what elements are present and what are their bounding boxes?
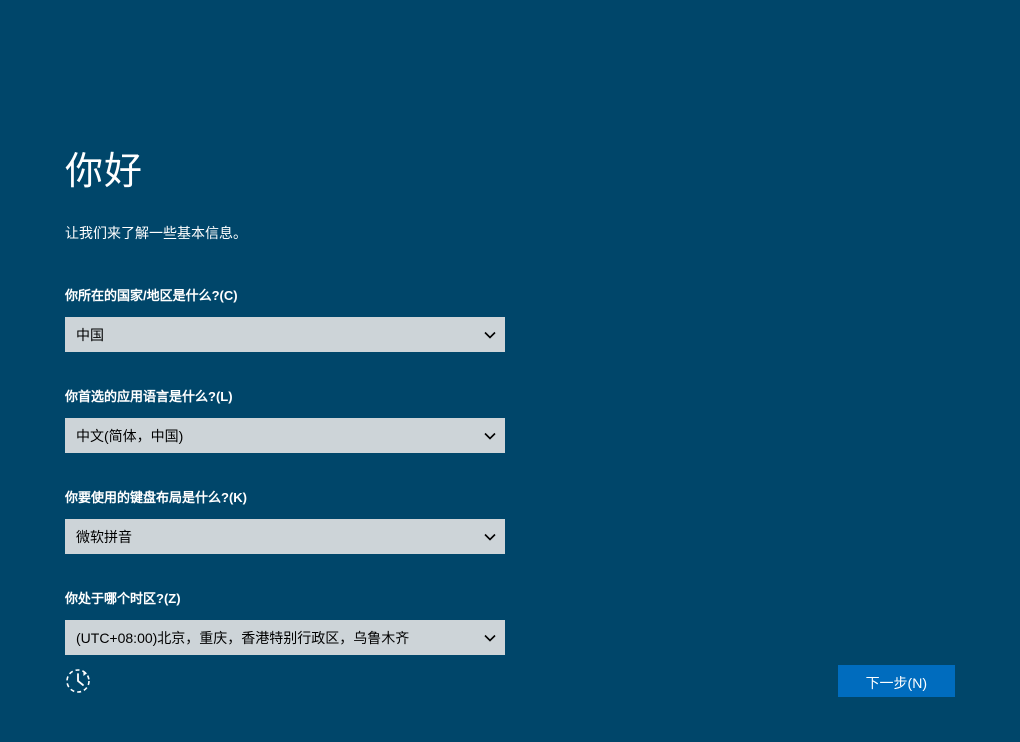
- keyboard-label: 你要使用的键盘布局是什么?(K): [65, 487, 955, 506]
- footer: 下一步(N): [65, 665, 955, 697]
- next-button[interactable]: 下一步(N): [838, 665, 955, 697]
- country-group: 你所在的国家/地区是什么?(C) 中国: [65, 285, 955, 352]
- language-label: 你首选的应用语言是什么?(L): [65, 386, 955, 405]
- language-value: 中文(简体，中国): [76, 426, 183, 446]
- keyboard-value: 微软拼音: [76, 527, 132, 547]
- timezone-select[interactable]: (UTC+08:00)北京，重庆，香港特别行政区，乌鲁木齐: [65, 620, 505, 655]
- timezone-label: 你处于哪个时区?(Z): [65, 588, 955, 607]
- timezone-group: 你处于哪个时区?(Z) (UTC+08:00)北京，重庆，香港特别行政区，乌鲁木…: [65, 588, 955, 655]
- chevron-down-icon: [484, 329, 496, 341]
- chevron-down-icon: [484, 531, 496, 543]
- country-value: 中国: [76, 325, 104, 345]
- chevron-down-icon: [484, 430, 496, 442]
- chevron-down-icon: [484, 632, 496, 644]
- country-select[interactable]: 中国: [65, 317, 505, 352]
- language-select[interactable]: 中文(简体，中国): [65, 418, 505, 453]
- page-title: 你好: [65, 140, 955, 195]
- keyboard-group: 你要使用的键盘布局是什么?(K) 微软拼音: [65, 487, 955, 554]
- language-group: 你首选的应用语言是什么?(L) 中文(简体，中国): [65, 386, 955, 453]
- country-label: 你所在的国家/地区是什么?(C): [65, 285, 955, 304]
- keyboard-select[interactable]: 微软拼音: [65, 519, 505, 554]
- page-subtitle: 让我们来了解一些基本信息。: [65, 223, 955, 243]
- timezone-value: (UTC+08:00)北京，重庆，香港特别行政区，乌鲁木齐: [76, 628, 409, 648]
- ease-of-access-icon[interactable]: [65, 668, 91, 694]
